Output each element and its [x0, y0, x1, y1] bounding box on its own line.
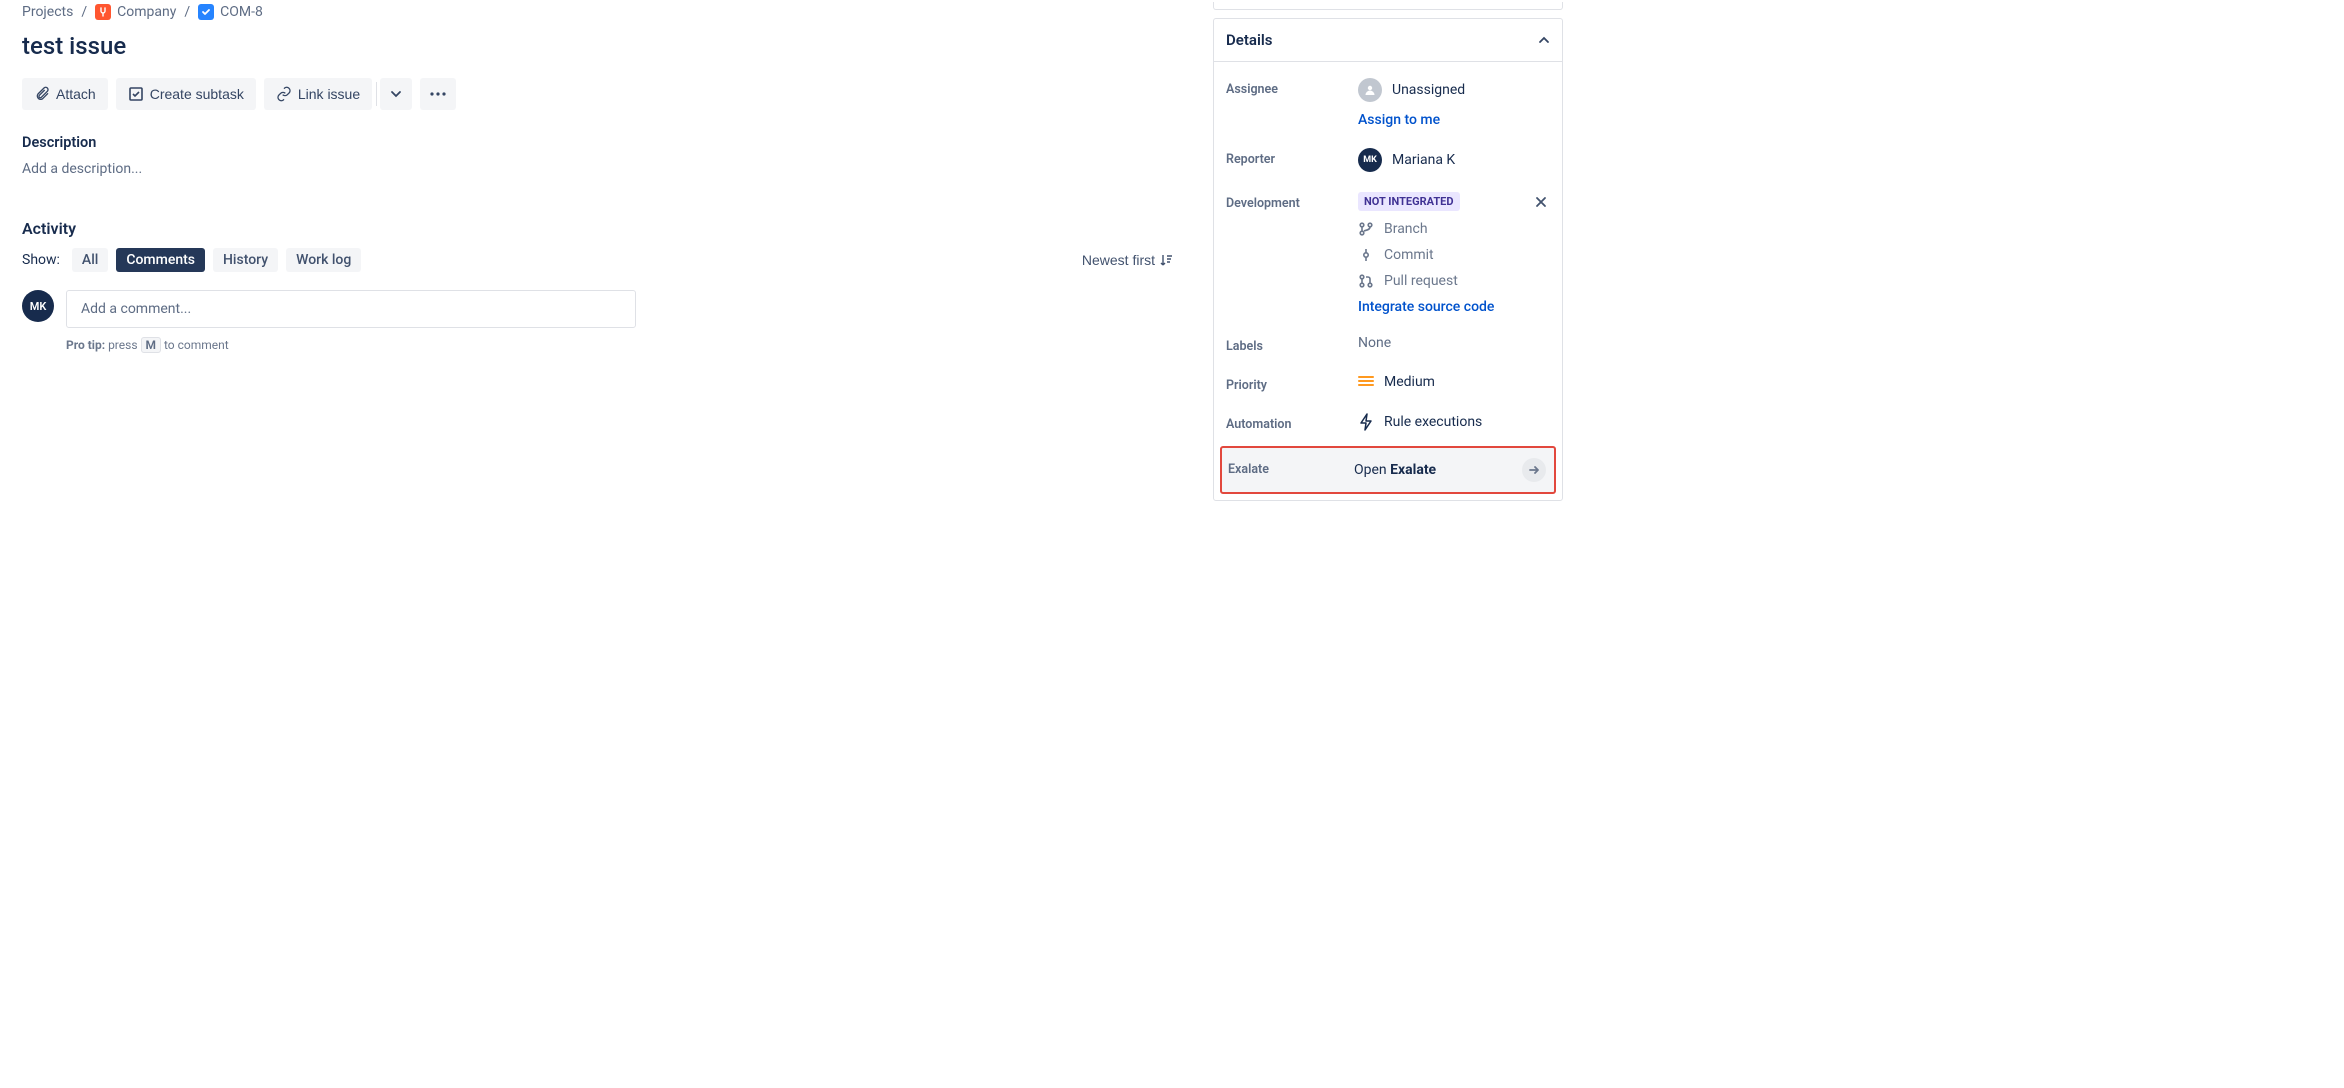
assign-to-me-link[interactable]: Assign to me: [1358, 112, 1550, 128]
attach-button[interactable]: Attach: [22, 78, 108, 110]
commit-icon: [1358, 247, 1374, 263]
more-actions-button[interactable]: [420, 78, 456, 110]
breadcrumb-issue[interactable]: COM-8: [198, 4, 263, 20]
key-m: M: [141, 337, 162, 353]
tab-worklog[interactable]: Work log: [286, 248, 361, 272]
details-panel: Details Assignee Unassigned: [1213, 18, 1563, 501]
assignee-label: Assignee: [1226, 78, 1358, 128]
sort-button[interactable]: Newest first: [1082, 252, 1173, 268]
tab-comments[interactable]: Comments: [116, 248, 205, 272]
sort-icon: [1159, 253, 1173, 267]
project-icon: [95, 4, 111, 20]
sort-label: Newest first: [1082, 252, 1155, 268]
tab-all[interactable]: All: [72, 248, 108, 272]
priority-value[interactable]: Medium: [1358, 374, 1550, 390]
chevron-up-icon[interactable]: [1538, 34, 1550, 46]
activity-title: Activity: [22, 219, 1173, 238]
issue-title[interactable]: test issue: [22, 32, 1173, 60]
link-icon: [276, 86, 292, 102]
attachment-icon: [34, 86, 50, 102]
show-label: Show:: [22, 252, 60, 268]
integrate-source-link[interactable]: Integrate source code: [1358, 299, 1550, 315]
create-subtask-label: Create subtask: [150, 86, 244, 102]
reporter-label: Reporter: [1226, 148, 1358, 172]
description-label: Description: [22, 134, 1173, 151]
lightning-icon: [1358, 413, 1374, 431]
branch-icon: [1358, 221, 1374, 237]
labels-value[interactable]: None: [1358, 335, 1550, 354]
reporter-value[interactable]: MK Mariana K: [1358, 148, 1550, 172]
priority-label: Priority: [1226, 374, 1358, 393]
tab-history[interactable]: History: [213, 248, 278, 272]
reporter-avatar: MK: [1358, 148, 1382, 172]
attach-label: Attach: [56, 86, 96, 102]
not-integrated-badge: NOT INTEGRATED: [1358, 192, 1460, 211]
comment-input[interactable]: Add a comment...: [66, 290, 636, 328]
automation-value[interactable]: Rule executions: [1358, 413, 1550, 431]
pro-tip-label: Pro tip:: [66, 338, 105, 352]
breadcrumb-separator: /: [81, 4, 87, 20]
assignee-value[interactable]: Unassigned: [1358, 78, 1550, 102]
dev-pull-request[interactable]: Pull request: [1358, 273, 1550, 289]
breadcrumb-project[interactable]: Company: [95, 4, 176, 20]
user-avatar: MK: [22, 290, 54, 322]
create-subtask-button[interactable]: Create subtask: [116, 78, 256, 110]
dev-commit[interactable]: Commit: [1358, 247, 1550, 263]
breadcrumb-separator: /: [184, 4, 190, 20]
automation-label: Automation: [1226, 413, 1358, 432]
link-issue-button[interactable]: Link issue: [264, 78, 372, 110]
subtask-icon: [128, 86, 144, 102]
labels-label: Labels: [1226, 335, 1358, 354]
chevron-down-icon: [390, 88, 402, 100]
breadcrumb-projects[interactable]: Projects: [22, 4, 73, 20]
task-icon: [198, 4, 214, 20]
close-icon[interactable]: [1532, 193, 1550, 211]
arrow-right-icon: [1522, 458, 1546, 482]
open-exalate-button[interactable]: Open Exalate: [1354, 458, 1546, 482]
breadcrumb: Projects / Company / COM-8: [22, 4, 1173, 20]
pull-request-icon: [1358, 273, 1374, 289]
description-placeholder[interactable]: Add a description...: [22, 161, 1173, 177]
pro-tip: Pro tip: press M to comment: [66, 338, 1173, 352]
unassigned-avatar-icon: [1358, 78, 1382, 102]
details-title: Details: [1226, 31, 1272, 49]
panel-above-sliver: [1213, 2, 1563, 10]
link-issue-label: Link issue: [298, 86, 360, 102]
breadcrumb-project-label: Company: [117, 4, 176, 20]
dev-branch[interactable]: Branch: [1358, 221, 1550, 237]
open-exalate-label: Open Exalate: [1354, 462, 1436, 478]
breadcrumb-issue-label: COM-8: [220, 4, 263, 20]
exalate-row: Exalate Open Exalate: [1220, 446, 1556, 494]
more-icon: [430, 92, 446, 96]
toolbar: Attach Create subtask Link issue: [22, 78, 1173, 110]
exalate-label: Exalate: [1228, 458, 1354, 482]
priority-medium-icon: [1358, 376, 1374, 388]
link-issue-dropdown[interactable]: [380, 78, 412, 110]
development-label: Development: [1226, 192, 1358, 315]
